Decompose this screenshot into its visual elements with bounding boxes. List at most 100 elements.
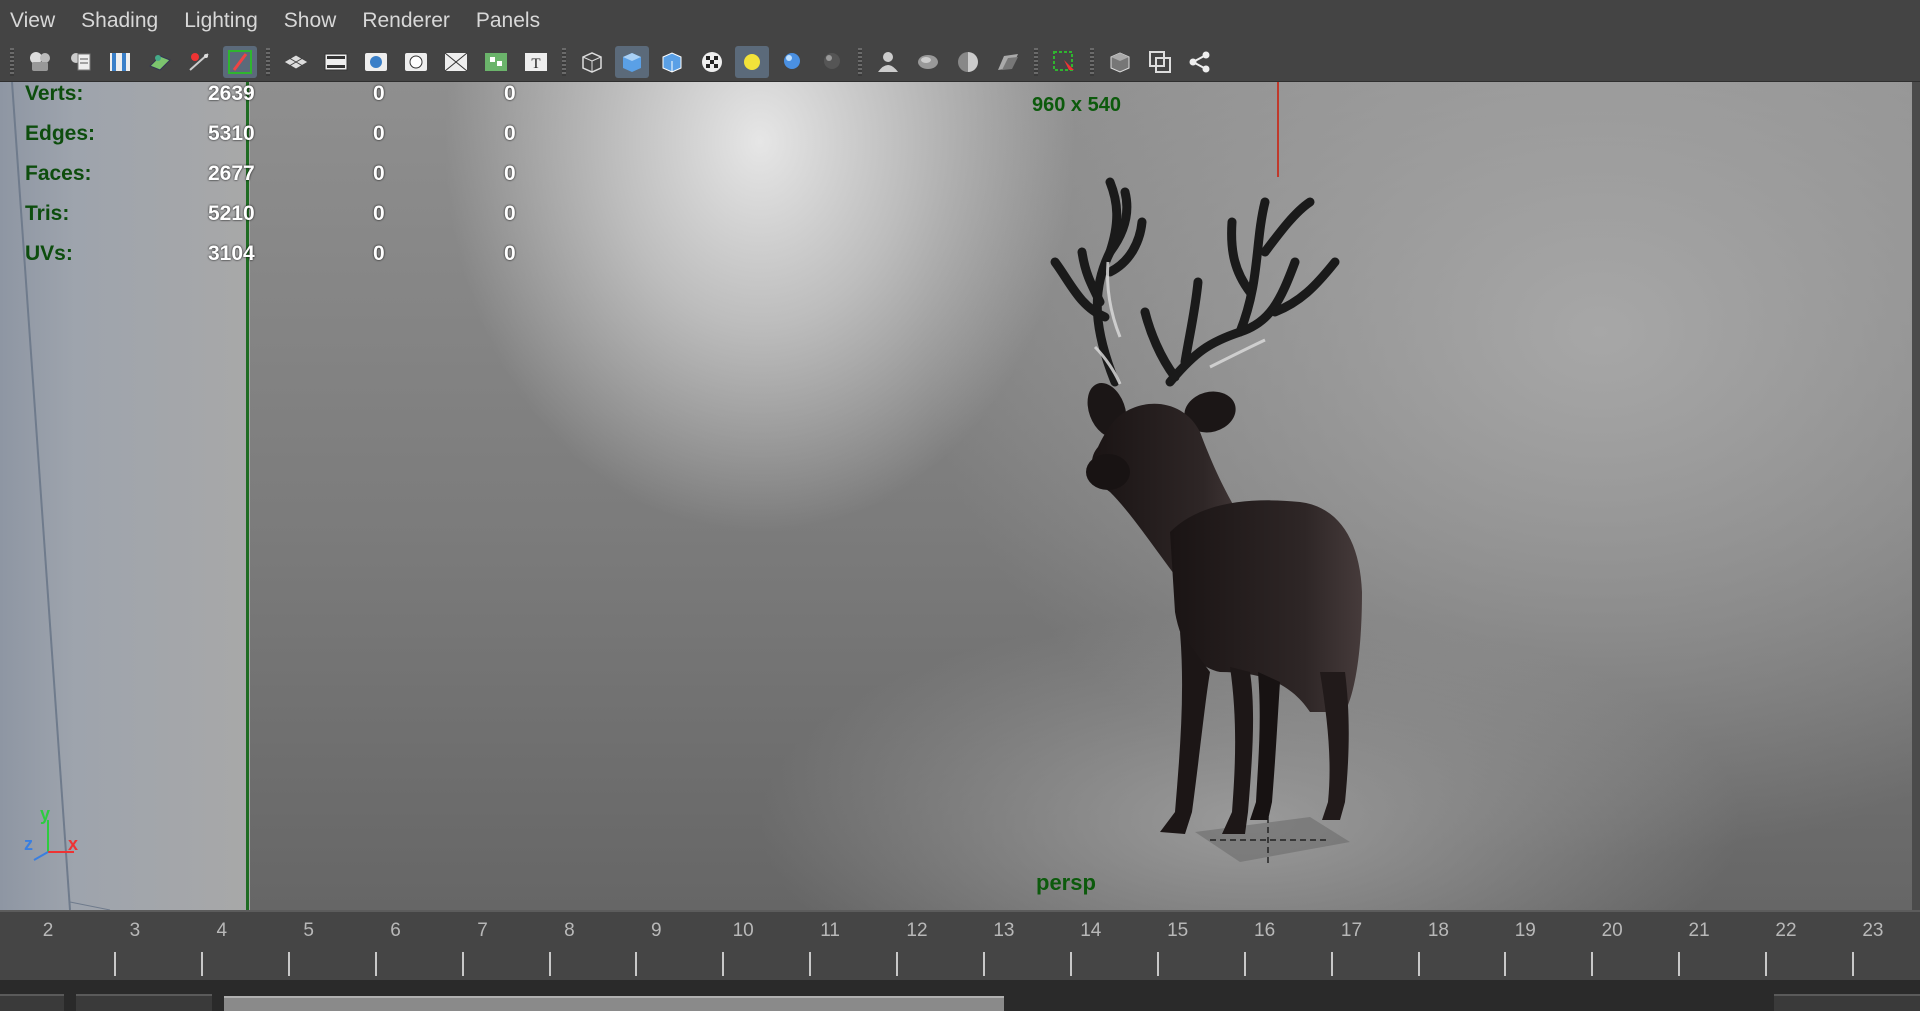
frame-label: 5: [303, 920, 314, 941]
frame-label: 2: [42, 920, 54, 941]
frame-tick: [1156, 952, 1159, 976]
camera-attributes-icon[interactable]: [63, 46, 97, 78]
field-chart-icon[interactable]: [439, 46, 473, 78]
menu-panels[interactable]: Panels: [464, 9, 554, 33]
menu-renderer[interactable]: Renderer: [350, 9, 464, 33]
hud-value: 2639: [208, 82, 255, 105]
time-slider[interactable]: 2 3 4 5 6 7 8 9 10 11 12 13 14 15 16 17 18 19 20 21 22 23: [0, 910, 1920, 980]
frame-tick: [1069, 952, 1072, 976]
frame-label: 15: [1167, 920, 1189, 941]
menu-view[interactable]: View: [0, 9, 69, 33]
hud-label-tris: Tris:: [25, 202, 70, 225]
frame-label: 20: [1601, 920, 1623, 941]
camera-icon[interactable]: [23, 46, 57, 78]
use-all-lights-icon[interactable]: [735, 45, 769, 78]
frame-label: 16: [1254, 920, 1276, 941]
wireframe-icon[interactable]: [575, 46, 609, 78]
axis-y-label: y: [40, 804, 51, 824]
hypershade-icon[interactable]: [1183, 46, 1217, 78]
hud-value: 0: [504, 162, 516, 185]
toolbar-separator: [1034, 47, 1038, 76]
toolbar-separator: [266, 47, 270, 76]
grid-icon[interactable]: [279, 46, 313, 78]
frame-tick: [1504, 952, 1507, 976]
toolbar-separator: [858, 47, 862, 76]
menu-show[interactable]: Show: [272, 9, 351, 33]
frame-tick: [809, 952, 812, 976]
safe-title-icon[interactable]: T: [519, 46, 553, 78]
frame-tick: [200, 952, 203, 976]
shadows-icon[interactable]: [775, 46, 809, 78]
camera-overscan-icon[interactable]: [1143, 46, 1177, 78]
playback-end-field[interactable]: [1774, 994, 1920, 1011]
frame-label: 6: [390, 920, 401, 941]
frame-label: 3: [129, 920, 141, 941]
range-slider-bar: [0, 980, 1920, 1011]
film-gate-icon[interactable]: [319, 46, 353, 78]
resolution-gate-icon[interactable]: [359, 46, 393, 78]
hud-value: 3104: [208, 242, 255, 265]
frame-label: 12: [906, 920, 928, 941]
frame-tick: [114, 952, 116, 976]
frame-label: 23: [1862, 920, 1884, 941]
frame-label: 21: [1688, 920, 1710, 941]
frame-tick: [983, 952, 985, 976]
xray-components-icon[interactable]: [951, 46, 985, 78]
menu-shading[interactable]: Shading: [69, 9, 172, 33]
frame-label: 11: [820, 920, 840, 941]
hud-label-uvs: UVs:: [25, 242, 73, 265]
frame-tick: [635, 952, 638, 976]
viewport-persp[interactable]: Verts: 2639 0 0 Edges: 5310 0 0 Faces: 2…: [0, 82, 1920, 910]
2d-pan-zoom-icon[interactable]: [183, 46, 217, 78]
smooth-shade-icon[interactable]: [615, 45, 649, 78]
xray-icon[interactable]: [871, 46, 905, 78]
hud-value: 0: [504, 82, 516, 105]
isolate-select-icon[interactable]: [1047, 46, 1081, 78]
frame-label: 22: [1775, 920, 1797, 941]
frame-tick: [1243, 952, 1246, 976]
backface-culling-icon[interactable]: [991, 46, 1025, 78]
frame-tick: [1765, 952, 1768, 976]
frame-label: 7: [477, 920, 488, 941]
gate-mask-icon[interactable]: [399, 46, 433, 78]
wireframe-on-shaded-icon[interactable]: [655, 46, 689, 78]
start-time-field[interactable]: [0, 994, 64, 1011]
frame-tick: [722, 952, 725, 976]
axis-z-label: z: [24, 834, 33, 854]
hud-label-faces: Faces:: [25, 162, 92, 185]
frame-label: 17: [1340, 920, 1363, 941]
frame-tick: [287, 952, 290, 976]
menu-lighting[interactable]: Lighting: [172, 9, 272, 33]
range-slider[interactable]: [224, 996, 1004, 1011]
xray-joints-icon[interactable]: [911, 46, 945, 78]
hud-value: 2677: [208, 162, 255, 185]
bookmarks-icon[interactable]: [103, 46, 137, 78]
viewport-right-border: [1912, 82, 1920, 910]
panel-toolbar: T: [0, 42, 1920, 82]
textured-icon[interactable]: [695, 46, 729, 78]
ambient-occlusion-icon[interactable]: [815, 46, 849, 78]
toolbar-separator: [562, 47, 566, 76]
hud-label-verts: Verts:: [25, 82, 84, 105]
frame-tick: [1678, 952, 1681, 976]
frame-label: 9: [651, 920, 662, 941]
playback-start-field[interactable]: [76, 994, 212, 1011]
hud-value: 0: [373, 202, 385, 225]
image-plane-icon[interactable]: [143, 46, 177, 78]
hud-value: 0: [373, 162, 385, 185]
bounding-box-icon[interactable]: [1103, 46, 1137, 78]
frame-label: 14: [1080, 920, 1102, 941]
hud-label-edges: Edges:: [25, 122, 96, 145]
frame-label: 13: [993, 920, 1015, 941]
frame-tick: [548, 952, 551, 976]
svg-text:T: T: [531, 56, 540, 72]
deer-model[interactable]: [1010, 112, 1410, 902]
hud-value: 5210: [208, 202, 255, 225]
frame-label: 10: [732, 920, 754, 941]
toolbar-separator: [1090, 47, 1094, 76]
safe-action-icon[interactable]: [479, 46, 513, 78]
frame-tick: [1330, 952, 1333, 976]
grease-pencil-icon[interactable]: [223, 45, 257, 78]
hud-value: 0: [373, 122, 385, 145]
hud-value: 0: [504, 242, 516, 265]
